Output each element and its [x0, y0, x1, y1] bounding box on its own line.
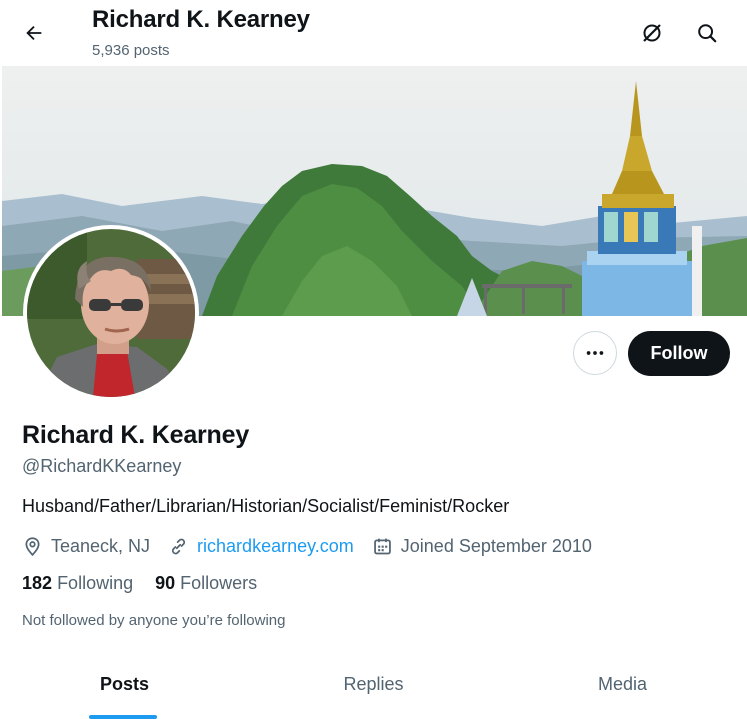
- calendar-icon: [373, 538, 391, 554]
- tab-posts[interactable]: Posts: [0, 650, 249, 719]
- website-item[interactable]: richardkearney.com: [168, 536, 354, 557]
- joined-item: Joined September 2010: [372, 536, 592, 557]
- grok-button[interactable]: [632, 13, 672, 53]
- followed-by-note: Not followed by anyone you’re following: [22, 612, 286, 629]
- grok-icon: [643, 24, 661, 42]
- followers-stat[interactable]: 90 Followers: [155, 573, 257, 594]
- page-title: Richard K. Kearney: [92, 6, 310, 33]
- tab-replies[interactable]: Replies: [249, 650, 498, 719]
- search-icon: [698, 24, 717, 43]
- more-horizontal-icon: [586, 351, 604, 355]
- joined-text: Joined September 2010: [400, 535, 592, 556]
- link-icon: [172, 538, 186, 554]
- location-item: Teaneck, NJ: [22, 536, 150, 557]
- following-stat[interactable]: 182 Following: [22, 573, 133, 594]
- search-button[interactable]: [687, 13, 727, 53]
- following-count: 182: [22, 573, 53, 593]
- follow-button[interactable]: Follow: [628, 331, 730, 376]
- active-tab-indicator: [89, 715, 157, 719]
- arrow-left-icon: [26, 25, 42, 41]
- display-name: Richard K. Kearney: [22, 421, 250, 449]
- followers-label: Followers: [180, 573, 258, 593]
- user-handle: @RichardKKearney: [22, 456, 182, 476]
- top-bar: Richard K. Kearney 5,936 posts: [0, 0, 747, 66]
- profile-bio: Husband/Father/Librarian/Historian/Socia…: [22, 496, 510, 516]
- more-options-button[interactable]: [573, 331, 617, 375]
- profile-tabs: Posts Replies Media: [0, 650, 747, 719]
- profile-meta: Teaneck, NJ richardkearney.com Joined Se…: [22, 533, 610, 559]
- avatar[interactable]: [23, 225, 199, 401]
- followers-count: 90: [155, 573, 176, 593]
- back-button[interactable]: [14, 13, 54, 53]
- location-text: Teaneck, NJ: [51, 535, 151, 556]
- location-pin-icon: [25, 536, 40, 556]
- website-link[interactable]: richardkearney.com: [197, 536, 354, 557]
- tab-media[interactable]: Media: [498, 650, 747, 719]
- following-label: Following: [57, 573, 134, 593]
- posts-count: 5,936 posts: [92, 42, 170, 59]
- follow-stats: 182 Following 90 Followers: [22, 573, 279, 594]
